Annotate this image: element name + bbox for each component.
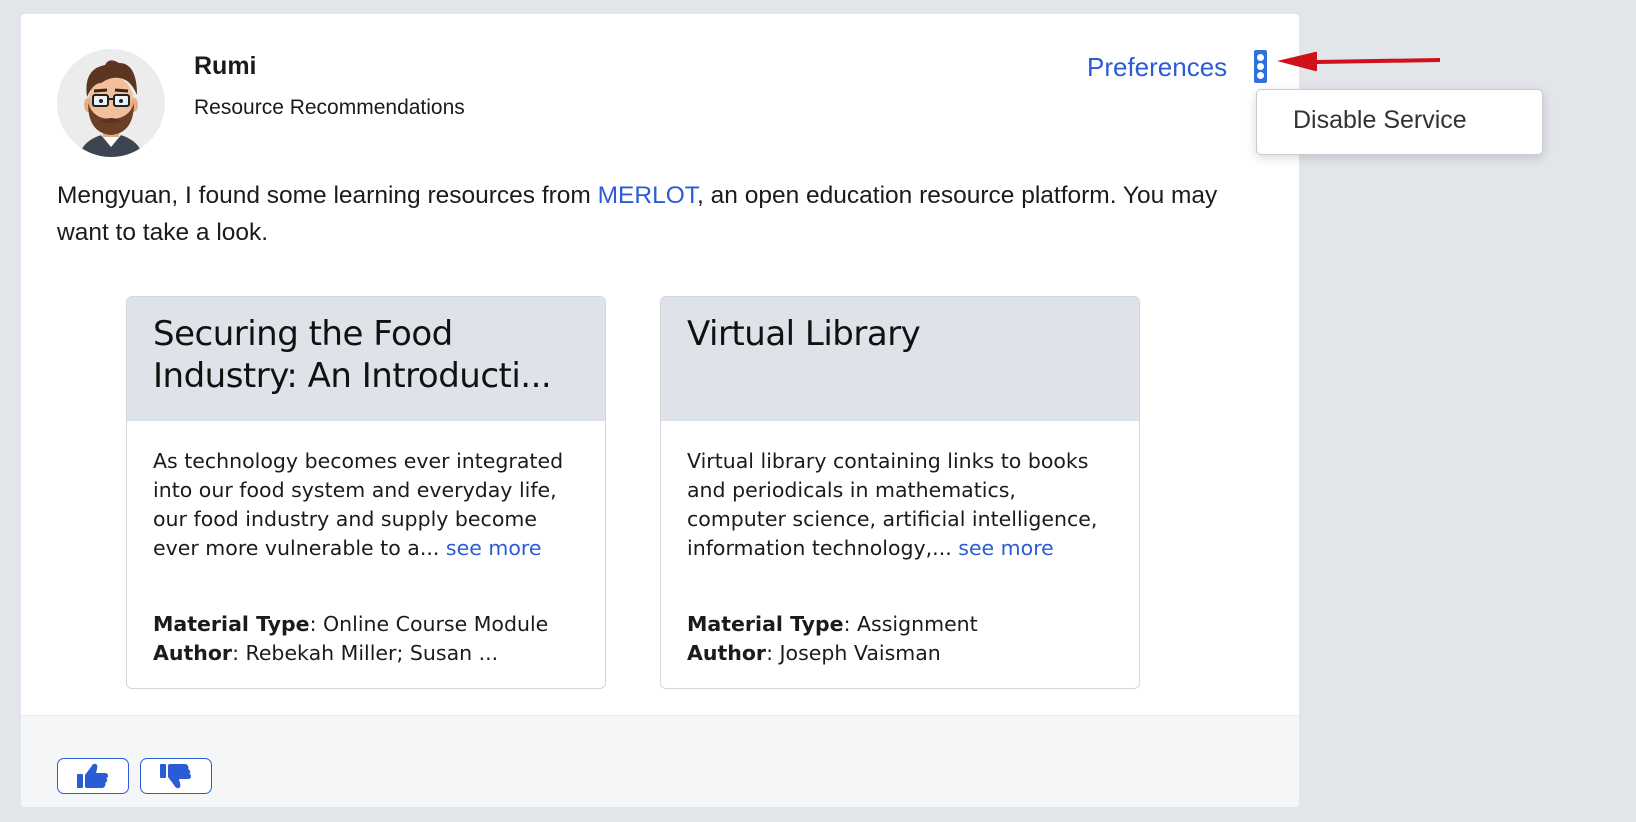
- see-more-link[interactable]: see more: [958, 536, 1054, 560]
- avatar: [57, 49, 165, 157]
- options-dropdown-menu: Disable Service: [1256, 89, 1543, 155]
- author-label: Author: [687, 641, 767, 665]
- ellipsis-dot: [1257, 63, 1264, 70]
- resource-description: Virtual library containing links to book…: [687, 447, 1117, 563]
- resource-card[interactable]: Virtual Library Virtual library containi…: [660, 296, 1140, 689]
- recommendation-card: Rumi Resource Recommendations Preference…: [21, 14, 1299, 807]
- resource-meta: Material Type: Assignment Author: Joseph…: [687, 610, 1117, 668]
- disable-service-menu-item[interactable]: Disable Service: [1293, 106, 1467, 135]
- thumbs-down-icon: [160, 764, 191, 789]
- resource-card-header: Virtual Library: [661, 297, 1139, 421]
- resource-meta: Material Type: Online Course Module Auth…: [153, 610, 583, 668]
- recommendation-message: Mengyuan, I found some learning resource…: [57, 177, 1272, 251]
- resource-title[interactable]: Virtual Library: [687, 313, 1113, 355]
- resource-card[interactable]: Securing the Food Industry: An Introduct…: [126, 296, 606, 689]
- resource-card-header: Securing the Food Industry: An Introduct…: [127, 297, 605, 421]
- ellipsis-dot: [1257, 72, 1264, 79]
- annotation-arrow-icon: [1277, 51, 1440, 72]
- material-type-label: Material Type: [687, 612, 844, 636]
- material-type-row: Material Type: Assignment: [687, 612, 978, 636]
- author-value: Joseph Vaisman: [779, 641, 941, 665]
- material-type-label: Material Type: [153, 612, 310, 636]
- material-type-value: Assignment: [857, 612, 978, 636]
- author-row: Author: Joseph Vaisman: [687, 641, 941, 665]
- more-options-button[interactable]: [1254, 50, 1267, 83]
- merlot-link[interactable]: MERLOT: [598, 182, 697, 209]
- resource-title[interactable]: Securing the Food Industry: An Introduct…: [153, 313, 579, 397]
- bot-name: Rumi: [194, 52, 257, 80]
- message-prefix: Mengyuan, I found some learning resource…: [57, 182, 598, 209]
- preferences-link[interactable]: Preferences: [1087, 52, 1227, 83]
- resource-description: As technology becomes ever integrated in…: [153, 447, 583, 563]
- material-type-value: Online Course Module: [323, 612, 549, 636]
- see-more-link[interactable]: see more: [446, 536, 542, 560]
- author-label: Author: [153, 641, 233, 665]
- feedback-footer: [21, 715, 1299, 807]
- thumbs-down-button[interactable]: [140, 758, 212, 794]
- thumbs-up-button[interactable]: [57, 758, 129, 794]
- author-value: Rebekah Miller; Susan ...: [245, 641, 499, 665]
- bot-avatar-icon: [79, 60, 143, 157]
- author-row: Author: Rebekah Miller; Susan ...: [153, 641, 499, 665]
- material-type-row: Material Type: Online Course Module: [153, 612, 549, 636]
- bot-subtitle: Resource Recommendations: [194, 96, 465, 119]
- vertical-ellipsis-icon: [1257, 54, 1264, 61]
- thumbs-up-icon: [77, 763, 108, 788]
